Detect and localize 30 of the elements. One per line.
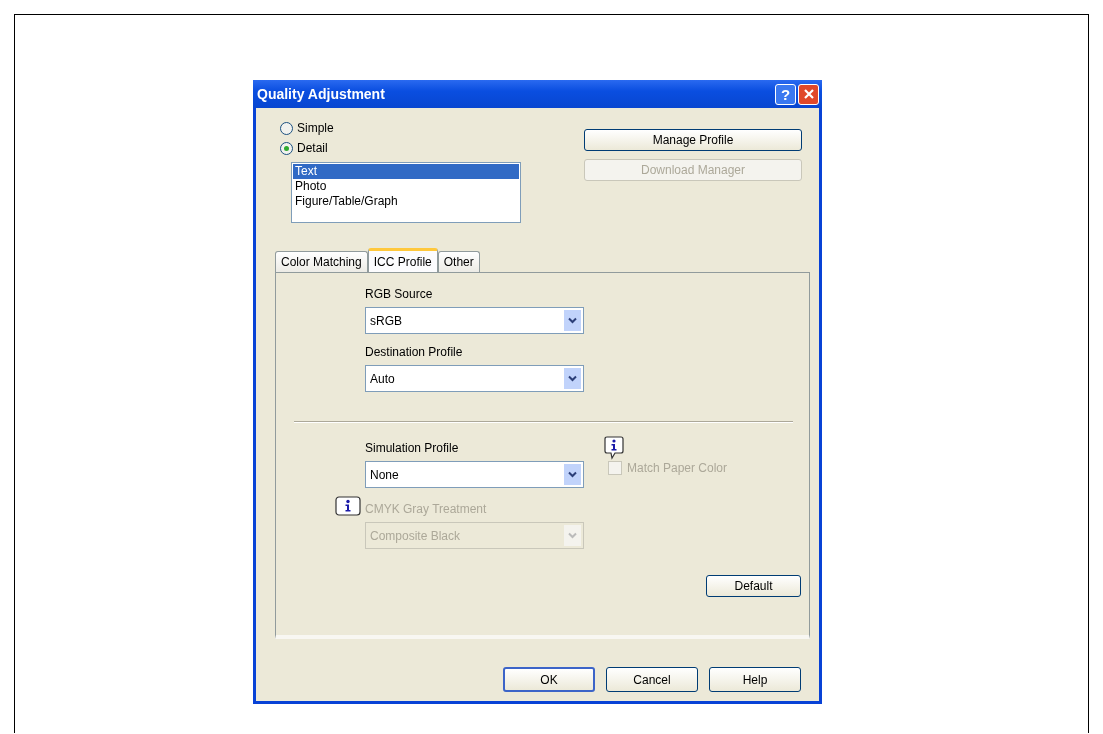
info-callout-icon[interactable] — [604, 436, 624, 460]
dropdown[interactable]: sRGB — [365, 307, 584, 334]
chevron-icon — [564, 464, 581, 485]
field-label: Destination Profile — [365, 345, 464, 361]
info-icon[interactable] — [335, 496, 361, 516]
dropdown[interactable]: Auto — [365, 365, 584, 392]
window-title: Quality Adjustment — [257, 86, 386, 102]
dialog-button[interactable]: OK — [503, 667, 595, 692]
field-label: Simulation Profile — [365, 441, 460, 457]
close-button[interactable] — [798, 83, 819, 105]
side-button[interactable]: Manage Profile — [584, 129, 802, 151]
list-item[interactable]: Figure/Table/Graph — [293, 194, 519, 209]
dropdown[interactable]: None — [365, 461, 584, 488]
tab[interactable]: ICC Profile — [367, 248, 438, 272]
chevron-icon — [564, 368, 581, 389]
help-button[interactable]: ? — [775, 83, 796, 105]
radio-option[interactable]: Simple — [280, 118, 521, 138]
field-label: CMYK Gray Treatment — [365, 502, 488, 518]
list-item[interactable]: Photo — [293, 179, 519, 194]
field-label: RGB Source — [365, 287, 434, 303]
close-icon — [802, 88, 815, 100]
tab[interactable]: Color Matching — [275, 251, 368, 272]
dialog-button[interactable]: Cancel — [606, 667, 698, 692]
tab[interactable]: Other — [437, 251, 480, 272]
chevron-icon — [564, 525, 581, 546]
default-button[interactable]: Default — [706, 575, 801, 597]
radio-option[interactable]: Detail — [280, 138, 521, 158]
dialog-button[interactable]: Help — [709, 667, 801, 692]
chevron-icon — [564, 310, 581, 331]
list-item[interactable]: Text — [293, 164, 519, 179]
